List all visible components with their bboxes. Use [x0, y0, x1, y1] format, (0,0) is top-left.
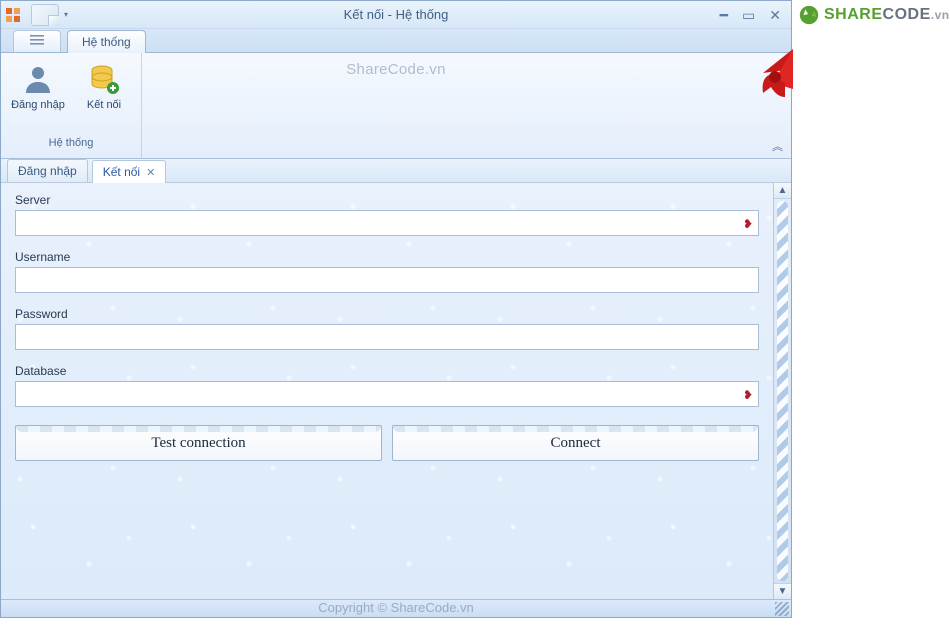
titlebar: ▾ Kết nối - Hệ thống ━ ▭ ✕: [1, 1, 791, 29]
doc-tab-login[interactable]: Đăng nhập: [7, 159, 88, 182]
database-field: Database ❥: [15, 364, 759, 407]
required-icon: ❥: [743, 217, 753, 231]
password-label: Password: [15, 307, 759, 321]
doc-tab-login-label: Đăng nhập: [18, 164, 77, 178]
database-label: Database: [15, 364, 759, 378]
login-button[interactable]: Đăng nhập: [7, 57, 69, 135]
recycle-icon: [798, 4, 820, 26]
maximize-button[interactable]: ▭: [742, 8, 755, 22]
login-label: Đăng nhập: [11, 99, 65, 111]
doc-tab-connect[interactable]: Kết nối ✕: [92, 160, 167, 183]
person-icon: [22, 63, 54, 95]
connect-form: Server ❥ Username Password Database ❥ Te…: [1, 183, 773, 599]
password-input[interactable]: [15, 324, 759, 350]
connect-label: Kết nối: [87, 99, 121, 111]
connect-button[interactable]: Kết nối: [73, 57, 135, 135]
ribbon-tab-system[interactable]: Hệ thống: [67, 30, 146, 53]
connect-action-button[interactable]: Connect: [392, 425, 759, 461]
required-icon: ❥: [743, 388, 753, 402]
username-field: Username: [15, 250, 759, 293]
qat-dropdown-icon[interactable]: ▾: [61, 10, 71, 19]
resize-grip-icon[interactable]: [775, 602, 789, 616]
test-connection-button[interactable]: Test connection: [15, 425, 382, 461]
window-controls: ━ ▭ ✕: [720, 8, 791, 22]
ribbon-tab-strip: Hệ thống: [1, 29, 791, 53]
menu-lines-icon: [28, 33, 46, 51]
scroll-down-icon[interactable]: ▼: [774, 583, 791, 599]
ribbon-panel: Đăng nhập Kết nối Hệ thống ︽: [1, 53, 791, 159]
password-field: Password: [15, 307, 759, 350]
content-wrap: Server ❥ Username Password Database ❥ Te…: [1, 183, 791, 599]
scroll-thumb[interactable]: [777, 201, 788, 581]
brand-tld: .vn: [931, 8, 950, 22]
database-input[interactable]: [15, 381, 759, 407]
server-input[interactable]: [15, 210, 759, 236]
app-icon: [5, 7, 21, 23]
database-plus-icon: [88, 63, 120, 95]
status-bar: [1, 599, 791, 617]
ribbon-group-system: Đăng nhập Kết nối Hệ thống: [1, 53, 142, 158]
brand-share: SHARE: [824, 6, 883, 23]
brand-code: CODE: [883, 6, 931, 23]
ribbon-group-title: Hệ thống: [49, 135, 94, 151]
qat-document-icon[interactable]: [31, 4, 59, 26]
app-window: ▾ Kết nối - Hệ thống ━ ▭ ✕ Hệ thống Đăng: [0, 0, 792, 618]
scroll-up-icon[interactable]: ▲: [774, 183, 791, 199]
username-label: Username: [15, 250, 759, 264]
close-tab-icon[interactable]: ✕: [146, 166, 155, 179]
sharecode-logo: SHARECODE.vn: [798, 4, 950, 26]
quick-access-toolbar: ▾: [25, 4, 77, 26]
minimize-button[interactable]: ━: [720, 8, 728, 22]
document-tab-strip: Đăng nhập Kết nối ✕: [1, 159, 791, 183]
app-menu-button[interactable]: [13, 30, 61, 52]
button-row: Test connection Connect: [15, 425, 759, 461]
username-input[interactable]: [15, 267, 759, 293]
vertical-scrollbar[interactable]: ▲ ▼: [773, 183, 791, 599]
window-title: Kết nối - Hệ thống: [344, 7, 449, 22]
server-field: Server ❥: [15, 193, 759, 236]
close-button[interactable]: ✕: [769, 8, 781, 22]
server-label: Server: [15, 193, 759, 207]
ribbon-collapse-icon[interactable]: ︽: [772, 138, 783, 154]
doc-tab-connect-label: Kết nối: [103, 165, 140, 179]
